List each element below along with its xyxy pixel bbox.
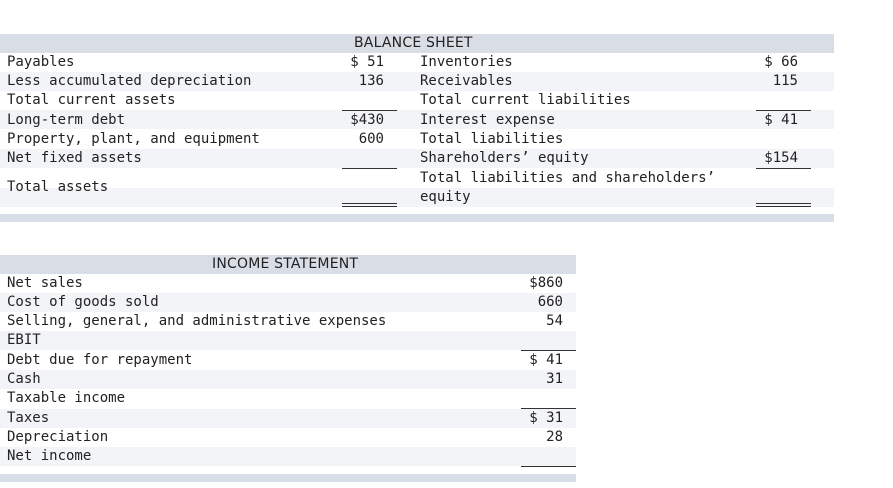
bs-right-label: Interest expense: [420, 112, 555, 128]
bs-right-value: $ 66: [764, 54, 798, 70]
bs-left-label: Property, plant, and equipment: [7, 131, 260, 147]
is-label: Selling, general, and administrative exp…: [7, 313, 387, 329]
bs-right-value: $154: [764, 150, 798, 166]
bs-right-value: 115: [772, 73, 798, 89]
income-statement-footer-band: [0, 474, 576, 482]
is-value: $ 31: [529, 410, 563, 426]
row-stripe: [0, 110, 834, 129]
subtotal-rule: [521, 466, 576, 467]
bs-left-label: Payables: [7, 54, 75, 70]
row-stripe: [0, 409, 576, 428]
bs-right-label: Inventories: [420, 54, 513, 70]
bs-left-label: Total current assets: [7, 92, 176, 108]
is-label: Taxes: [7, 410, 50, 426]
bs-right-value: $ 41: [764, 112, 798, 128]
bs-right-label: equity: [420, 189, 471, 205]
bs-right-label: Total current liabilities: [420, 92, 631, 108]
is-label: Net sales: [7, 275, 83, 291]
is-value: $860: [529, 275, 563, 291]
income-statement-title: INCOME STATEMENT: [212, 256, 359, 272]
bs-right-label: Shareholders’ equity: [420, 150, 589, 166]
bs-right-label: Total liabilities and shareholders’: [420, 170, 716, 186]
is-label: Taxable income: [7, 390, 126, 406]
total-rule: [342, 110, 397, 111]
is-label: Debt due for repayment: [7, 352, 193, 368]
bs-left-value: $ 51: [350, 54, 384, 70]
bs-right-label: Total liabilities: [420, 131, 564, 147]
bs-left-label: Long-term debt: [7, 112, 126, 128]
total-rule: [756, 110, 811, 111]
is-value: $ 41: [529, 352, 563, 368]
bs-right-label: Receivables: [420, 73, 513, 89]
bs-left-label: Net fixed assets: [7, 150, 142, 166]
bs-left-label: Total assets: [7, 179, 109, 195]
is-label: EBIT: [7, 332, 41, 348]
is-value: 660: [537, 294, 563, 310]
bs-left-label: Less accumulated depreciation: [7, 73, 252, 89]
is-label: Cash: [7, 371, 41, 387]
bs-left-value: 600: [358, 131, 384, 147]
balance-sheet-title: BALANCE SHEET: [354, 35, 473, 51]
grand-total-double-rule: [756, 203, 811, 207]
total-rule: [342, 168, 397, 169]
grand-total-double-rule: [342, 203, 397, 207]
is-label: Cost of goods sold: [7, 294, 159, 310]
is-value: 54: [546, 313, 563, 329]
is-value: 28: [546, 429, 563, 445]
subtotal-rule: [521, 350, 576, 351]
balance-sheet-footer-band: [0, 214, 834, 222]
row-stripe: [0, 188, 834, 207]
is-value: 31: [546, 371, 563, 387]
bs-left-value: $430: [350, 112, 384, 128]
bs-left-value: 136: [358, 73, 384, 89]
is-label: Net income: [7, 448, 92, 464]
subtotal-rule: [521, 408, 576, 409]
total-rule: [756, 168, 811, 169]
is-label: Depreciation: [7, 429, 109, 445]
row-stripe: [0, 331, 576, 350]
row-stripe: [0, 370, 576, 389]
